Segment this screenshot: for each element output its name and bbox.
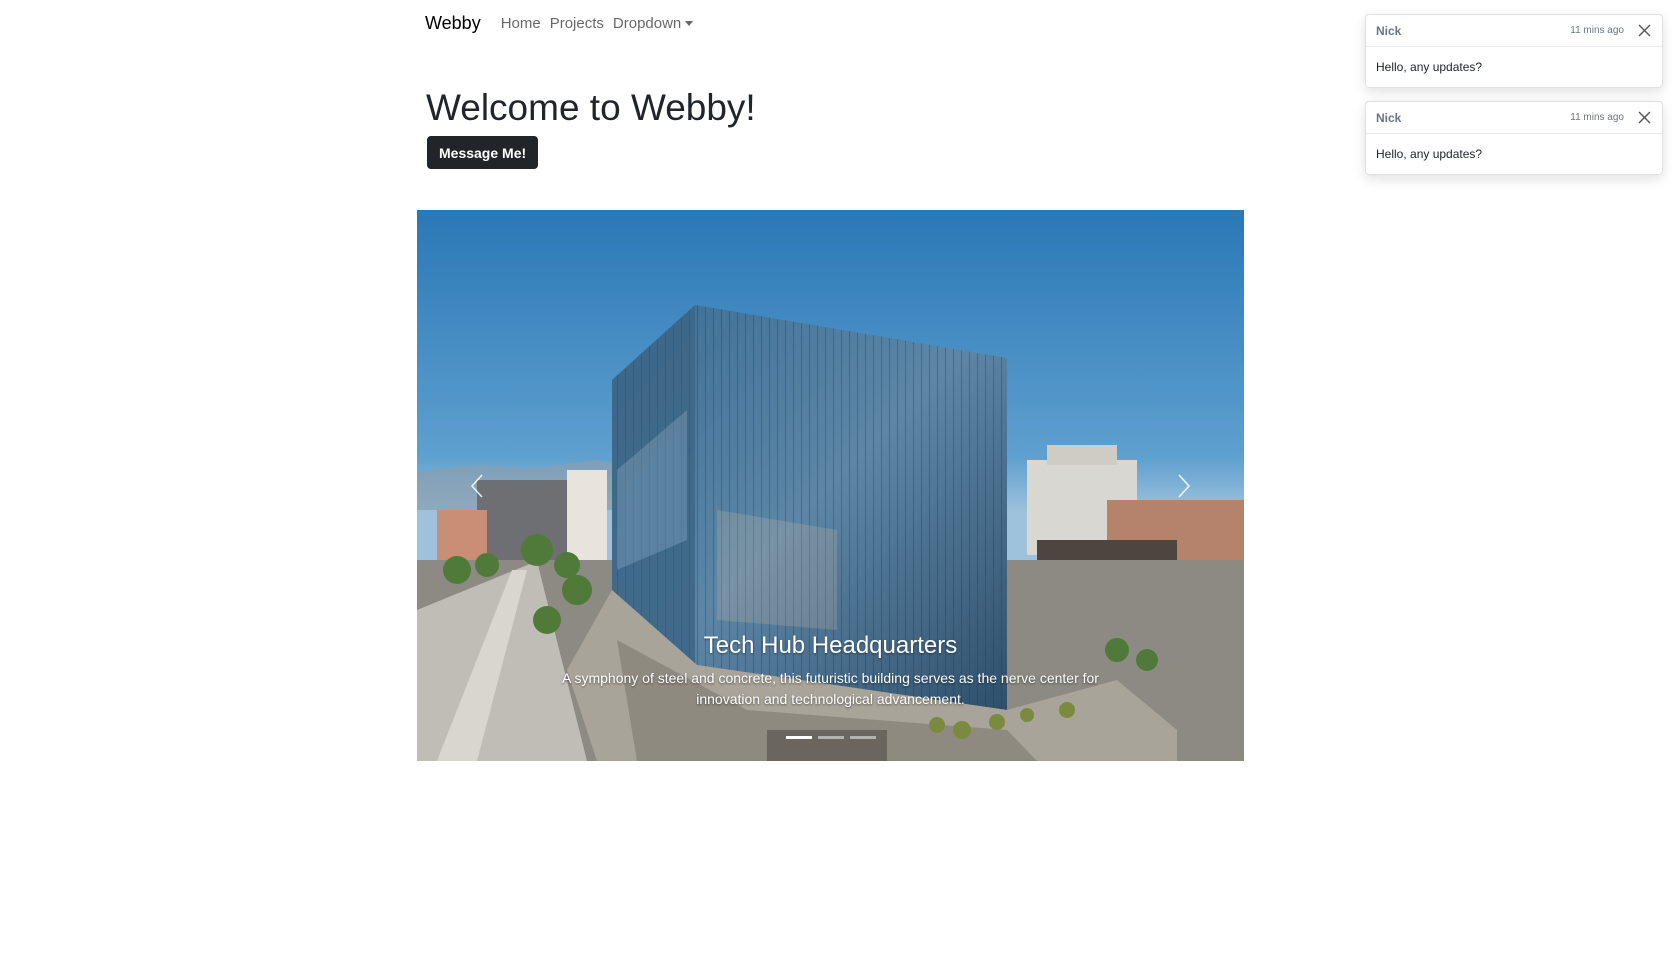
carousel-caption-title: Tech Hub Headquarters [703, 632, 958, 659]
navbar: Webby Home Projects Dropdown [425, 0, 702, 46]
toast-time: 11 mins ago [1570, 112, 1624, 123]
nav-dropdown-label: Dropdown [612, 14, 682, 32]
carousel-indicator-3[interactable] [849, 736, 876, 739]
toast-sender: Nick [1376, 110, 1402, 125]
carousel-indicators [417, 736, 1244, 739]
chevron-right-icon [1178, 473, 1191, 498]
carousel-indicator-1[interactable] [785, 736, 812, 739]
page-title: Welcome to Webby! [426, 87, 756, 128]
toast-header: Nick 11 mins ago [1366, 102, 1662, 134]
toast-notification: Nick 11 mins ago Hello, any updates? [1365, 14, 1663, 88]
toast-header: Nick 11 mins ago [1366, 15, 1662, 47]
brand-link[interactable]: Webby [425, 13, 481, 34]
carousel-caption: Tech Hub Headquarters A symphony of stee… [417, 632, 1244, 710]
nav-link-projects[interactable]: Projects [550, 15, 604, 32]
toast-close-button[interactable] [1636, 23, 1652, 39]
carousel: Tech Hub Headquarters A symphony of stee… [417, 210, 1244, 761]
toast-message: Hello, any updates? [1376, 147, 1483, 161]
nav-link-home[interactable]: Home [501, 15, 541, 32]
nav-dropdown-toggle[interactable]: Dropdown [612, 14, 694, 32]
carousel-caption-text: A symphony of steel and concrete, this f… [562, 670, 1099, 707]
toast-message: Hello, any updates? [1376, 60, 1483, 74]
toast-time: 11 mins ago [1570, 25, 1624, 36]
toast-close-button[interactable] [1636, 110, 1652, 126]
close-icon [1638, 111, 1650, 124]
close-icon [1638, 24, 1650, 37]
caret-down-icon [685, 20, 694, 26]
carousel-indicator-2[interactable] [817, 736, 844, 739]
message-me-button[interactable]: Message Me! [427, 136, 539, 169]
toast-notification: Nick 11 mins ago Hello, any updates? [1365, 101, 1663, 175]
chevron-left-icon [470, 473, 483, 498]
toast-sender: Nick [1376, 23, 1402, 38]
